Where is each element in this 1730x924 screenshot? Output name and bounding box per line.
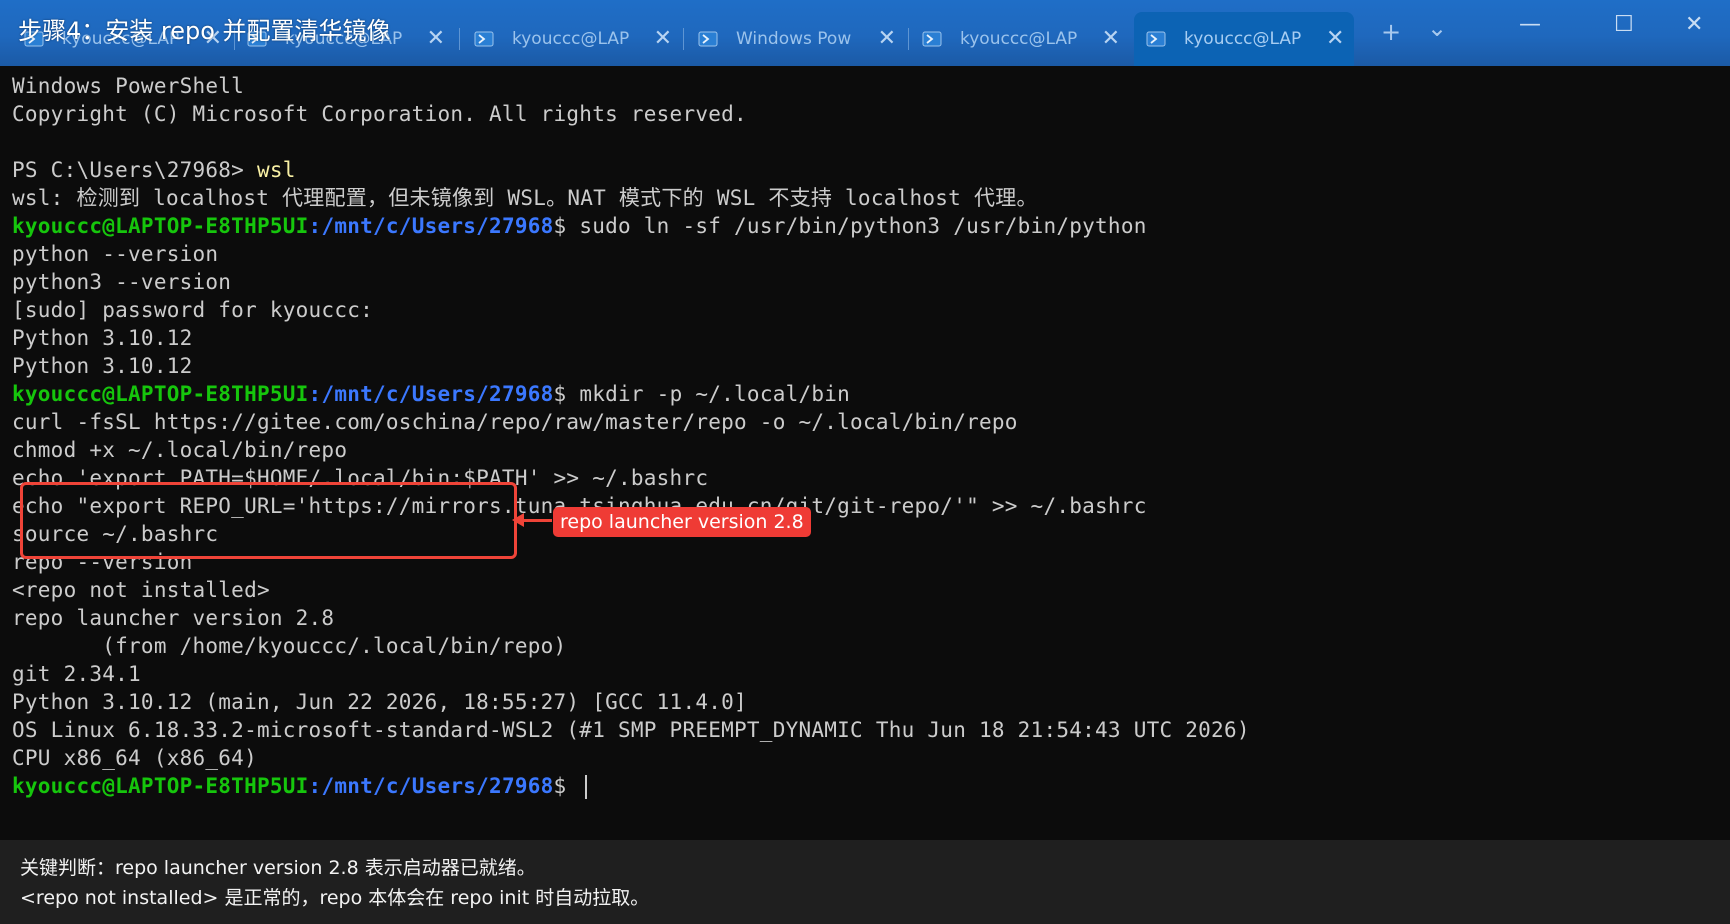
terminal-output[interactable]: Windows PowerShell Copyright (C) Microso… (12, 72, 1712, 800)
terminal-window: kyouccc@LAP ✕ kyouccc@LAP ✕ kyouccc@LAP … (0, 0, 1730, 924)
annotation-arrow-head (512, 513, 524, 527)
tab-4[interactable]: Windows Pow ✕ (686, 12, 896, 66)
terminal-line: kyouccc@LAPTOP-E8THP5UI:/mnt/c/Users/279… (12, 772, 1712, 800)
terminal-line: <repo not installed> (12, 578, 270, 602)
powershell-icon (474, 31, 494, 47)
terminal-line: [sudo] password for kyouccc: (12, 298, 374, 322)
command-text: sudo ln -sf /usr/bin/python3 /usr/bin/py… (566, 214, 1147, 238)
command-text: mkdir -p ~/.local/bin (566, 382, 851, 406)
caption-panel: 关键判断：repo launcher version 2.8 表示启动器已就绪。… (0, 840, 1730, 924)
terminal-line: chmod +x ~/.local/bin/repo (12, 438, 348, 462)
prompt-symbol: $ (553, 774, 567, 798)
terminal-line: Python 3.10.12 (12, 354, 193, 378)
prompt-symbol: $ (553, 214, 567, 238)
tab-label: Windows Pow (736, 29, 852, 49)
annotation-highlight-box (20, 482, 517, 559)
tab-active[interactable]: kyouccc@LAP ✕ (1134, 12, 1354, 66)
tab-label: kyouccc@LAP (1184, 29, 1302, 49)
terminal-line: kyouccc@LAPTOP-E8THP5UI:/mnt/c/Users/279… (12, 380, 1712, 408)
new-tab-icon[interactable]: + (1381, 20, 1401, 44)
powershell-icon (922, 31, 942, 47)
close-window-icon[interactable]: ✕ (1685, 14, 1703, 36)
minimize-icon[interactable]: — (1519, 14, 1541, 36)
prompt-path: :/mnt/c/Users/27968 (308, 214, 554, 238)
caption-line-1: 关键判断：repo launcher version 2.8 表示启动器已就绪。 (20, 857, 536, 879)
prompt-user: kyouccc@LAPTOP-E8THP5UI (12, 774, 309, 798)
maximize-icon[interactable]: ☐ (1614, 14, 1634, 36)
terminal-line: Python 3.10.12 (main, Jun 22 2026, 18:55… (12, 690, 747, 714)
terminal-line: Windows PowerShell (12, 74, 245, 98)
tab-bar: kyouccc@LAP ✕ kyouccc@LAP ✕ kyouccc@LAP … (0, 0, 1730, 66)
prompt-user: kyouccc@LAPTOP-E8THP5UI (12, 214, 309, 238)
powershell-icon (698, 31, 718, 47)
command-text (566, 774, 579, 798)
tab-close-icon[interactable]: ✕ (654, 28, 672, 50)
terminal-line: OS Linux 6.18.33.2-microsoft-standard-WS… (12, 718, 1250, 742)
powershell-icon (1146, 31, 1166, 47)
command-text: wsl (256, 158, 296, 182)
terminal-line: Python 3.10.12 (12, 326, 193, 350)
tab-5[interactable]: kyouccc@LAP ✕ (910, 12, 1120, 66)
tab-separator (683, 28, 684, 50)
terminal-line: PS C:\Users\27968> wsl (12, 156, 1712, 184)
tab-close-icon[interactable]: ✕ (1326, 28, 1344, 50)
tab-label: kyouccc@LAP (960, 29, 1078, 49)
prompt-path: :/mnt/c/Users/27968 (308, 774, 554, 798)
tab-3[interactable]: kyouccc@LAP ✕ (462, 12, 672, 66)
annotation-label: repo launcher version 2.8 (553, 507, 811, 537)
prompt-path: :/mnt/c/Users/27968 (308, 382, 554, 406)
tab-label: kyouccc@LAP (512, 29, 630, 49)
terminal-line: repo launcher version 2.8 (12, 606, 335, 630)
tab-separator (908, 28, 909, 50)
terminal-line: git 2.34.1 (12, 662, 141, 686)
terminal-line: Copyright (C) Microsoft Corporation. All… (12, 102, 747, 126)
ps-prompt: PS C:\Users\27968> (12, 158, 257, 182)
prompt-user: kyouccc@LAPTOP-E8THP5UI (12, 382, 309, 406)
text-cursor (585, 775, 588, 799)
terminal-line: python --version (12, 242, 219, 266)
terminal-line: wsl: 检测到 localhost 代理配置，但未镜像到 WSL。NAT 模式… (12, 186, 1038, 210)
tab-separator (459, 28, 460, 50)
tab-close-icon[interactable]: ✕ (1102, 28, 1120, 50)
terminal-line: CPU x86_64 (x86_64) (12, 746, 257, 770)
caption-line-2: <repo not installed> 是正常的，repo 本体会在 repo… (20, 887, 650, 909)
tab-close-icon[interactable]: ✕ (427, 28, 445, 50)
terminal-line: python3 --version (12, 270, 232, 294)
step-title-overlay: 步骤4：安装 repo 并配置清华镜像 (18, 17, 391, 45)
prompt-symbol: $ (553, 382, 567, 406)
dropdown-chevron-icon[interactable]: ⌄ (1427, 16, 1447, 40)
terminal-line: (from /home/kyouccc/.local/bin/repo) (12, 634, 567, 658)
terminal-line: kyouccc@LAPTOP-E8THP5UI:/mnt/c/Users/279… (12, 212, 1712, 240)
terminal-line: curl -fsSL https://gitee.com/oschina/rep… (12, 410, 1018, 434)
tab-close-icon[interactable]: ✕ (878, 28, 896, 50)
